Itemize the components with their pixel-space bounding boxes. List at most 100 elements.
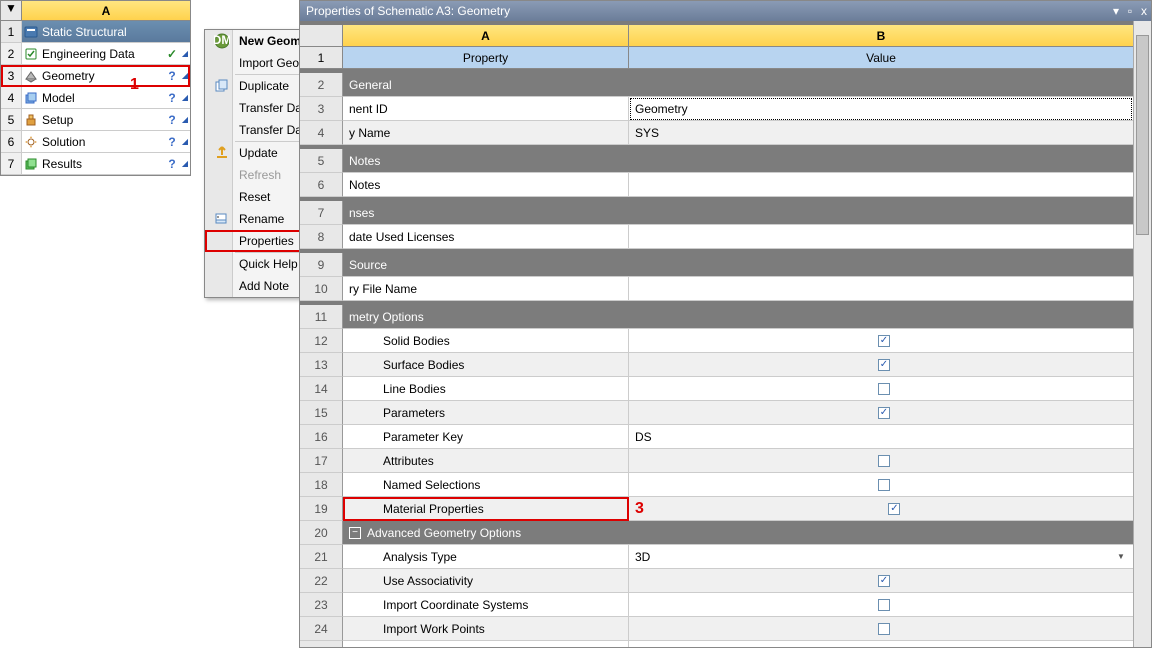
status-icon: ✓ bbox=[164, 47, 180, 61]
prop-value[interactable] bbox=[629, 225, 1133, 249]
prop-name: Use Associativity bbox=[343, 569, 629, 593]
checkbox[interactable] bbox=[878, 599, 890, 611]
section-header[interactable]: Notes bbox=[343, 149, 1133, 173]
row-number: 13 bbox=[300, 353, 343, 377]
prop-value[interactable]: 3D▼ bbox=[629, 545, 1133, 569]
row-number: 22 bbox=[300, 569, 343, 593]
row-number: 8 bbox=[300, 225, 343, 249]
row-label: Static Structural bbox=[40, 25, 164, 39]
prop-value[interactable] bbox=[629, 173, 1133, 197]
prop-row-25: 25Reader Mode Saves Updated File bbox=[300, 641, 1133, 647]
prop-row-6: 6Notes bbox=[300, 173, 1133, 197]
schematic-row-model[interactable]: 4Model?◢ bbox=[1, 87, 190, 109]
prop-row-17: 17Attributes bbox=[300, 449, 1133, 473]
prop-row-14: 14Line Bodies bbox=[300, 377, 1133, 401]
row-number: 23 bbox=[300, 593, 343, 617]
prop-name: date Used Licenses bbox=[343, 225, 629, 249]
section-header[interactable]: Source bbox=[343, 253, 1133, 277]
collapse-icon[interactable]: − bbox=[349, 527, 361, 539]
prop-value[interactable] bbox=[629, 593, 1133, 617]
row-number: 2 bbox=[300, 73, 343, 97]
prop-row-5: 5Notes bbox=[300, 149, 1133, 173]
restore-icon[interactable]: ▫ bbox=[1123, 1, 1137, 21]
close-icon[interactable]: x bbox=[1137, 1, 1151, 21]
prop-value[interactable] bbox=[629, 353, 1133, 377]
status-icon: ? bbox=[164, 69, 180, 83]
prop-value[interactable] bbox=[629, 401, 1133, 425]
row-number: 5 bbox=[300, 149, 343, 173]
prop-row-15: 15Parameters bbox=[300, 401, 1133, 425]
pin-icon[interactable]: ▾ bbox=[1109, 1, 1123, 21]
section-header[interactable]: General bbox=[343, 73, 1133, 97]
schematic-row-solution[interactable]: 6Solution?◢ bbox=[1, 131, 190, 153]
row-number: 15 bbox=[300, 401, 343, 425]
checkbox[interactable] bbox=[878, 383, 890, 395]
prop-value[interactable] bbox=[629, 473, 1133, 497]
prop-value[interactable] bbox=[629, 449, 1133, 473]
prop-name: Parameter Key bbox=[343, 425, 629, 449]
annotation-3: 3 bbox=[635, 497, 644, 521]
prop-value[interactable] bbox=[629, 377, 1133, 401]
prop-value[interactable] bbox=[629, 617, 1133, 641]
prop-name: Parameters bbox=[343, 401, 629, 425]
row-number: 18 bbox=[300, 473, 343, 497]
prop-row-23: 23Import Coordinate Systems bbox=[300, 593, 1133, 617]
grid-property-header: Property bbox=[343, 47, 629, 69]
prop-value[interactable]: Geometry bbox=[629, 97, 1133, 121]
status-icon: ? bbox=[164, 157, 180, 171]
section-header[interactable]: nses bbox=[343, 201, 1133, 225]
schematic-row-geometry[interactable]: 3Geometry?◢ bbox=[1, 65, 190, 87]
checkbox[interactable] bbox=[878, 575, 890, 587]
row-number: 20 bbox=[300, 521, 343, 545]
schematic-row-engineering-data[interactable]: 2Engineering Data✓◢ bbox=[1, 43, 190, 65]
prop-value[interactable] bbox=[629, 569, 1133, 593]
prop-name: Surface Bodies bbox=[343, 353, 629, 377]
scrollbar[interactable] bbox=[1133, 21, 1151, 647]
dropdown-icon[interactable]: ▼ bbox=[1117, 545, 1129, 569]
row-number: 6 bbox=[300, 173, 343, 197]
section-header[interactable]: metry Options bbox=[343, 305, 1133, 329]
scrollbar-thumb[interactable] bbox=[1136, 35, 1149, 235]
prop-value[interactable]: 3 bbox=[629, 497, 1133, 521]
checkbox[interactable] bbox=[878, 359, 890, 371]
prop-row-22: 22Use Associativity bbox=[300, 569, 1133, 593]
prop-row-20: 20−Advanced Geometry Options bbox=[300, 521, 1133, 545]
prop-row-18: 18Named Selections bbox=[300, 473, 1133, 497]
prop-row-3: 3nent IDGeometry bbox=[300, 97, 1133, 121]
prop-value[interactable] bbox=[629, 641, 1133, 647]
prop-row-21: 21Analysis Type3D▼ bbox=[300, 545, 1133, 569]
prop-row-11: 11metry Options bbox=[300, 305, 1133, 329]
prop-row-12: 12Solid Bodies bbox=[300, 329, 1133, 353]
row-number: 19 bbox=[300, 497, 343, 521]
prop-value[interactable]: SYS bbox=[629, 121, 1133, 145]
schematic-panel: ▼ A 1Static Structural2Engineering Data✓… bbox=[0, 0, 191, 176]
checkbox[interactable] bbox=[878, 479, 890, 491]
row-number: 3 bbox=[300, 97, 343, 121]
checkbox[interactable] bbox=[878, 623, 890, 635]
schematic-row-static-structural[interactable]: 1Static Structural bbox=[1, 21, 190, 43]
schematic-row-results[interactable]: 7Results?◢ bbox=[1, 153, 190, 175]
prop-row-4: 4y NameSYS bbox=[300, 121, 1133, 145]
checkbox[interactable] bbox=[878, 407, 890, 419]
row-number: 21 bbox=[300, 545, 343, 569]
prop-value[interactable] bbox=[629, 277, 1133, 301]
row-icon bbox=[22, 113, 40, 127]
row-icon bbox=[22, 69, 40, 83]
section-header[interactable]: −Advanced Geometry Options bbox=[343, 521, 1133, 545]
prop-value[interactable]: DS bbox=[629, 425, 1133, 449]
row-number: 4 bbox=[300, 121, 343, 145]
grid-value-header: Value bbox=[629, 47, 1133, 69]
checkbox[interactable] bbox=[878, 455, 890, 467]
checkbox[interactable] bbox=[888, 503, 900, 515]
checkbox[interactable] bbox=[878, 335, 890, 347]
schematic-dropdown[interactable]: ▼ bbox=[1, 1, 22, 21]
schematic-row-setup[interactable]: 5Setup?◢ bbox=[1, 109, 190, 131]
menu-icon bbox=[211, 78, 233, 94]
checkbox[interactable] bbox=[878, 647, 890, 648]
prop-row-19: 19Material Properties3 bbox=[300, 497, 1133, 521]
prop-name: Import Work Points bbox=[343, 617, 629, 641]
prop-name: Material Properties bbox=[343, 497, 629, 521]
row-number: 12 bbox=[300, 329, 343, 353]
menu-icon bbox=[211, 145, 233, 161]
prop-value[interactable] bbox=[629, 329, 1133, 353]
